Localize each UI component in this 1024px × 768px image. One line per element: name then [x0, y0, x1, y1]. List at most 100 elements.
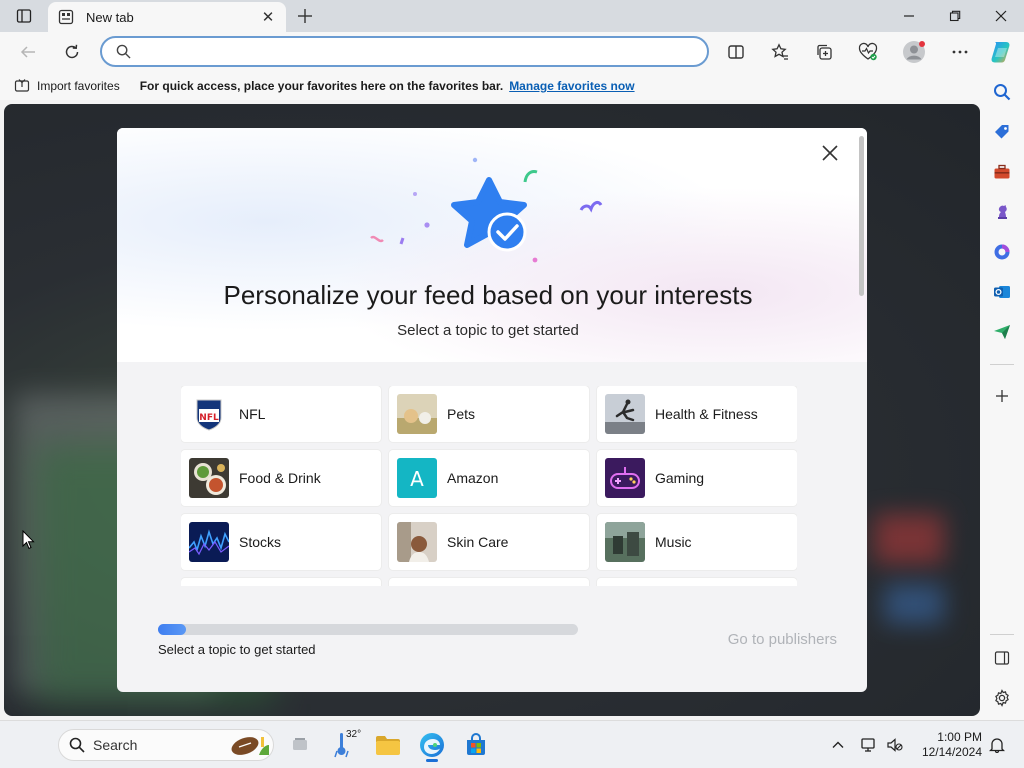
- favorites-button[interactable]: [764, 36, 796, 68]
- sidebar-search-button[interactable]: [988, 78, 1016, 106]
- topic-food-drink[interactable]: Food & Drink: [181, 450, 381, 506]
- collections-button[interactable]: [808, 36, 840, 68]
- topic-label: Pets: [447, 406, 476, 422]
- star-check-illustration: [370, 157, 603, 263]
- browser-essentials-button[interactable]: [852, 36, 884, 68]
- topic-pets[interactable]: Pets: [389, 386, 589, 442]
- health-fitness-photo-icon: [605, 394, 645, 434]
- bell-icon: [989, 738, 1005, 753]
- sidebar-panel-icon: [994, 651, 1010, 665]
- paper-plane-icon: [994, 325, 1010, 339]
- notifications-button[interactable]: [986, 729, 1008, 761]
- topic-partial[interactable]: [181, 578, 381, 586]
- stocks-photo-icon: [189, 522, 229, 562]
- plus-icon: [996, 390, 1008, 402]
- clock-time: 1:00 PM: [937, 730, 982, 744]
- copilot-button[interactable]: [986, 36, 1018, 68]
- minimize-button[interactable]: [886, 0, 932, 32]
- close-dialog-button[interactable]: [817, 140, 843, 166]
- task-view-icon: [293, 738, 307, 750]
- dialog-hero: Personalize your feed based on your inte…: [117, 128, 867, 362]
- sidebar-hide-button[interactable]: [988, 644, 1016, 672]
- clock-date: 12/14/2024: [921, 745, 982, 759]
- progress-fill: [158, 624, 186, 635]
- topic-label: Gaming: [655, 470, 705, 486]
- personalize-feed-dialog: Personalize your feed based on your inte…: [117, 128, 867, 692]
- background-blur: [874, 514, 944, 564]
- taskbar-search[interactable]: Search: [58, 729, 274, 761]
- topic-music[interactable]: Music: [597, 514, 797, 570]
- chess-piece-icon: [998, 205, 1007, 219]
- topic-partial[interactable]: [597, 578, 797, 586]
- file-explorer-button[interactable]: [372, 729, 404, 761]
- topic-grid: NFL NFL Pets Health & Fitness Food & Dri…: [181, 386, 797, 586]
- edge-taskbar-button[interactable]: [416, 729, 448, 762]
- address-bar[interactable]: [100, 36, 709, 67]
- music-photo-icon: [605, 522, 645, 562]
- sidebar-m365-button[interactable]: [988, 238, 1016, 266]
- tab-new-tab[interactable]: New tab ✕: [48, 2, 286, 32]
- volume-button[interactable]: [884, 729, 906, 761]
- back-button[interactable]: [12, 36, 44, 68]
- weather-widget[interactable]: 32°: [330, 729, 362, 761]
- skin-care-photo-icon: [397, 522, 437, 562]
- sidebar-shopping-button[interactable]: [988, 118, 1016, 146]
- taskbar-clock[interactable]: 1:00 PM 12/14/2024: [910, 730, 982, 760]
- task-view-button[interactable]: [284, 729, 316, 761]
- topic-amazon[interactable]: A Amazon: [389, 450, 589, 506]
- topic-health-fitness[interactable]: Health & Fitness: [597, 386, 797, 442]
- refresh-icon: [65, 44, 79, 59]
- more-options-button[interactable]: [944, 36, 976, 68]
- new-tab-page-icon: [58, 9, 74, 25]
- sidebar-add-button[interactable]: [988, 382, 1016, 410]
- dialog-scrollbar[interactable]: [859, 136, 864, 296]
- gear-icon: [995, 689, 1009, 707]
- close-icon: [995, 10, 1007, 22]
- manage-favorites-link[interactable]: Manage favorites now: [509, 79, 634, 93]
- address-input[interactable]: [139, 39, 707, 64]
- shopping-tag-icon: [995, 125, 1009, 139]
- taskbar: Search 32° 1:00 PM 12/14/2024: [0, 720, 1024, 768]
- sidebar-games-button[interactable]: [988, 198, 1016, 226]
- weather-temperature: 32°: [346, 729, 362, 740]
- topic-skin-care[interactable]: Skin Care: [389, 514, 589, 570]
- topic-nfl[interactable]: NFL NFL: [181, 386, 381, 442]
- new-tab-button[interactable]: [293, 4, 317, 28]
- football-icon: [231, 737, 269, 755]
- topic-gaming[interactable]: Gaming: [597, 450, 797, 506]
- chevron-up-icon: [832, 741, 844, 748]
- star-list-icon: [771, 43, 788, 60]
- split-screen-button[interactable]: [720, 36, 752, 68]
- restore-button[interactable]: [932, 0, 978, 32]
- split-screen-icon: [728, 45, 744, 59]
- network-button[interactable]: [858, 729, 882, 761]
- tab-title: New tab: [86, 9, 134, 25]
- collections-icon: [817, 44, 832, 60]
- avatar: [903, 41, 925, 63]
- amazon-letter-icon: A: [397, 458, 437, 498]
- import-favorites-button[interactable]: Import favorites: [14, 78, 120, 94]
- sidebar-outlook-button[interactable]: [988, 278, 1016, 306]
- restore-icon: [949, 10, 961, 22]
- sidebar-tools-button[interactable]: [988, 158, 1016, 186]
- volume-muted-icon: [887, 738, 903, 752]
- profile-button[interactable]: [898, 36, 930, 68]
- sidebar-drop-button[interactable]: [988, 318, 1016, 346]
- progress-label: Select a topic to get started: [158, 642, 316, 657]
- progress-bar: [158, 624, 578, 635]
- search-icon: [116, 44, 131, 59]
- topic-label: Food & Drink: [239, 470, 321, 486]
- sidebar-settings-button[interactable]: [988, 684, 1016, 712]
- tab-actions-button[interactable]: [8, 4, 40, 28]
- go-to-publishers-button[interactable]: Go to publishers: [677, 631, 837, 648]
- topic-partial[interactable]: [389, 578, 589, 586]
- search-icon: [69, 737, 85, 753]
- close-window-button[interactable]: [978, 0, 1024, 32]
- show-hidden-icons-button[interactable]: [828, 729, 848, 761]
- refresh-button[interactable]: [56, 36, 88, 68]
- microsoft-store-button[interactable]: [460, 729, 492, 761]
- topic-stocks[interactable]: Stocks: [181, 514, 381, 570]
- toolbar: [0, 32, 1024, 72]
- minimize-icon: [904, 15, 914, 17]
- tab-close-icon[interactable]: ✕: [260, 8, 276, 26]
